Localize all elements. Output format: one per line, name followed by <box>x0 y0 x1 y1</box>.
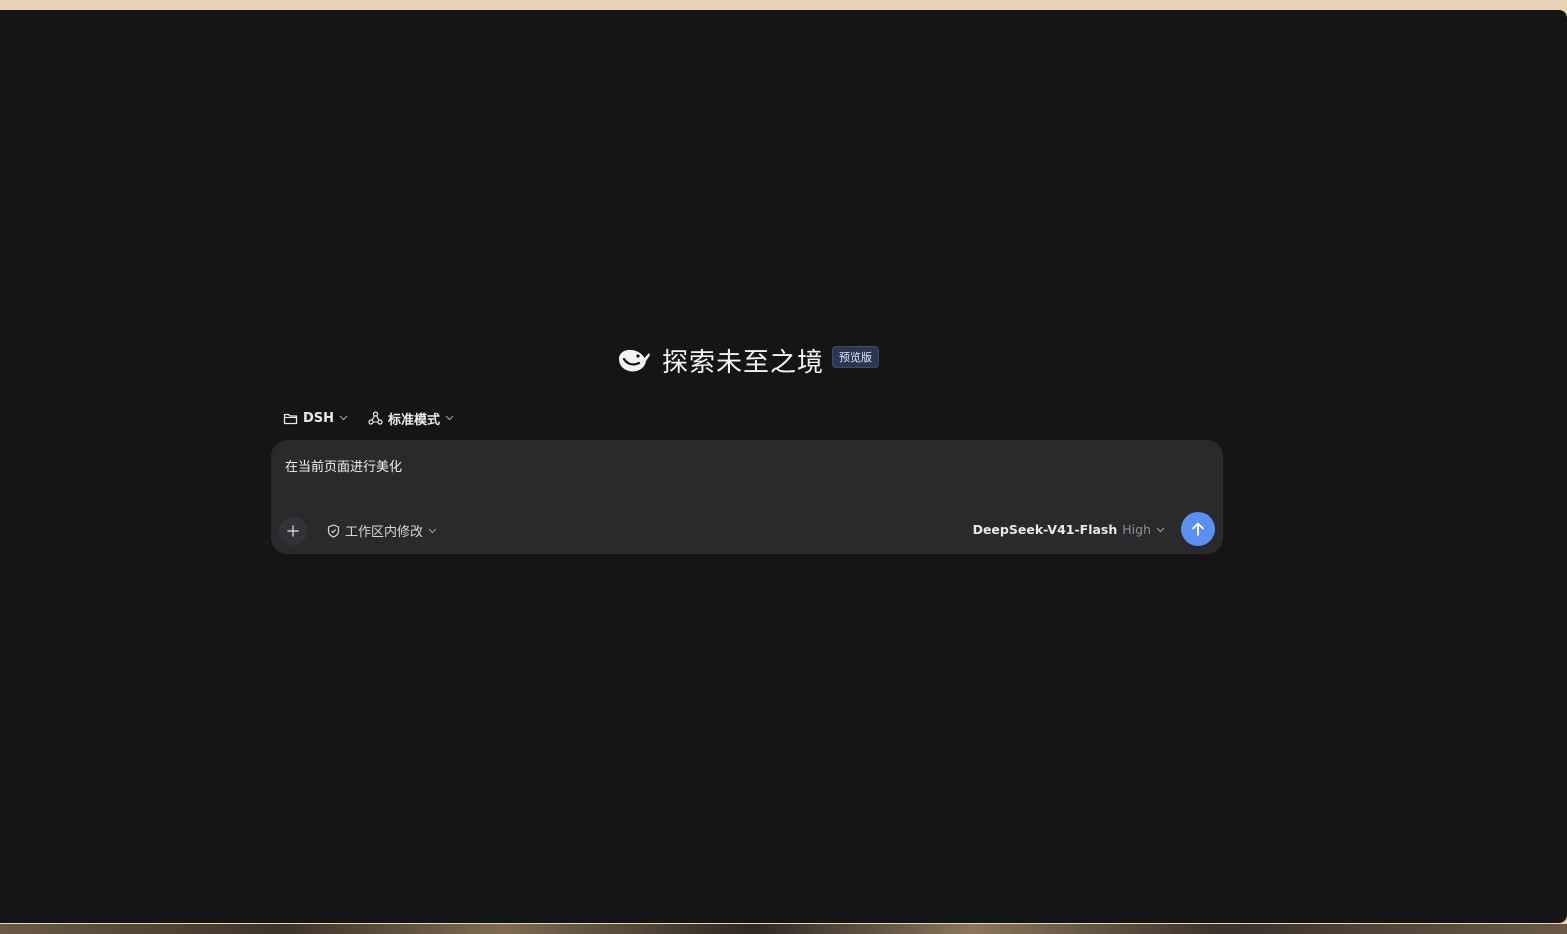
chevron-down-icon <box>1156 527 1165 532</box>
preview-badge: 预览版 <box>832 346 879 368</box>
chevron-down-icon <box>428 528 437 533</box>
mode-label: 标准模式 <box>388 412 441 428</box>
composer: 在当前页面进行美化 工作区内修改 DeepSeek-V41-Flash High <box>271 440 1223 554</box>
folder-label: DSH <box>303 410 335 426</box>
send-button[interactable] <box>1181 512 1215 546</box>
scope-select[interactable]: 工作区内修改 <box>327 521 437 540</box>
desktop-wallpaper-strip <box>0 924 1567 934</box>
prompt-input[interactable]: 在当前页面进行美化 <box>285 456 402 475</box>
model-select[interactable]: DeepSeek-V41-Flash High <box>973 522 1165 537</box>
mode-select[interactable]: 标准模式 <box>368 409 454 428</box>
scope-label: 工作区内修改 <box>345 525 424 540</box>
folder-select[interactable]: DSH <box>283 411 348 426</box>
model-name: DeepSeek-V41-Flash <box>972 522 1118 537</box>
add-button[interactable] <box>279 517 307 545</box>
whale-logo-icon <box>618 349 650 372</box>
arrow-up-icon <box>1192 522 1204 536</box>
chevron-down-icon <box>445 415 454 421</box>
shield-icon <box>327 523 340 538</box>
hero: 探索未至之境 预览版 <box>0 338 1567 382</box>
model-level: High <box>1122 522 1151 537</box>
mode-icon <box>368 411 383 425</box>
toolbar: DSH 标准模式 <box>283 407 454 429</box>
hero-inner: 探索未至之境 预览版 <box>616 342 879 379</box>
folder-icon <box>283 413 298 424</box>
chevron-down-icon <box>339 415 348 421</box>
hero-title: 探索未至之境 <box>661 347 824 378</box>
plus-icon <box>287 525 299 537</box>
